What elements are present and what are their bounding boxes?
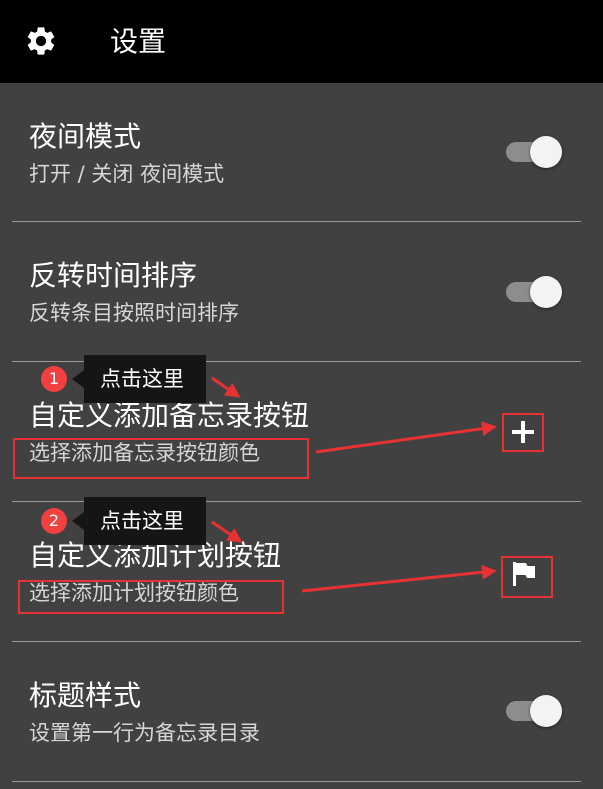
setting-title-style[interactable]: 标题样式 设置第一行为备忘录目录 — [0, 642, 603, 782]
callout-tail — [72, 370, 84, 388]
setting-title: 自定义添加备忘录按钮 — [29, 399, 310, 432]
title-style-toggle[interactable] — [506, 693, 564, 727]
setting-night-mode[interactable]: 夜间模式 打开 / 关闭 夜间模式 — [0, 83, 603, 223]
highlight-box-subtitle — [18, 580, 284, 614]
toggle-knob — [530, 695, 562, 727]
callout-tail — [72, 512, 84, 530]
step-badge: 1 — [41, 366, 67, 392]
callout-label: 点击这里 — [84, 497, 206, 545]
toggle-knob — [530, 136, 562, 168]
reverse-sort-toggle[interactable] — [506, 274, 564, 308]
setting-title: 标题样式 — [29, 679, 142, 712]
callout-label: 点击这里 — [84, 355, 206, 403]
toggle-knob — [530, 276, 562, 308]
page-title: 设置 — [110, 25, 167, 58]
setting-subtitle: 设置第一行为备忘录目录 — [29, 721, 260, 745]
night-mode-toggle[interactable] — [506, 134, 564, 168]
gear-icon[interactable] — [24, 24, 58, 58]
highlight-box-plus — [502, 413, 544, 452]
highlight-box-flag — [501, 556, 553, 598]
divider — [12, 781, 581, 782]
setting-subtitle: 反转条目按照时间排序 — [29, 301, 239, 325]
step-badge: 2 — [41, 508, 67, 534]
setting-title: 夜间模式 — [29, 120, 142, 153]
setting-reverse-sort[interactable]: 反转时间排序 反转条目按照时间排序 — [0, 222, 603, 362]
setting-title: 反转时间排序 — [29, 259, 198, 292]
setting-subtitle: 打开 / 关闭 夜间模式 — [29, 162, 225, 186]
app-bar: 设置 — [0, 0, 603, 83]
highlight-box-subtitle — [13, 438, 309, 479]
